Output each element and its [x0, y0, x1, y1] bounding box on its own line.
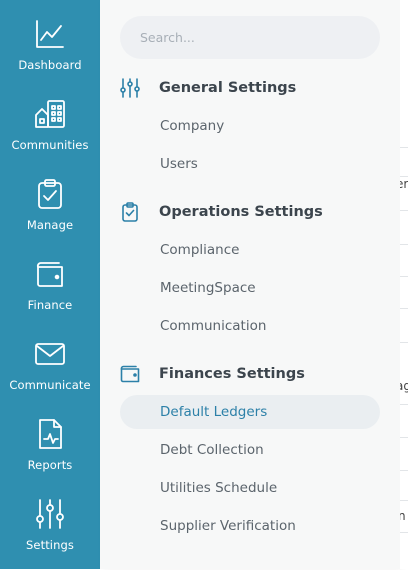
background-text: ag — [400, 379, 408, 393]
section-operations-settings: Operations Settings — [120, 200, 323, 224]
background-page-edge: er ag n — [400, 0, 408, 569]
nav-communities[interactable]: Communities — [0, 98, 100, 170]
nav-communicate-label: Communicate — [9, 378, 91, 392]
nav-reports-label: Reports — [27, 458, 73, 472]
menu-item-compliance[interactable]: Compliance — [120, 233, 380, 267]
divider — [400, 276, 408, 277]
background-text: er — [400, 177, 408, 191]
section-finances-settings: Finances Settings — [120, 362, 305, 386]
nav-settings-label: Settings — [26, 538, 74, 552]
divider — [400, 308, 408, 309]
section-title: Finances Settings — [159, 366, 305, 382]
report-document-icon — [39, 419, 62, 449]
menu-item-utilities-schedule[interactable]: Utilities Schedule — [120, 471, 380, 505]
menu-item-supplier-verification[interactable]: Supplier Verification — [120, 509, 380, 543]
chart-line-icon — [36, 20, 64, 48]
nav-settings[interactable]: Settings — [0, 498, 100, 570]
divider — [400, 437, 408, 438]
nav-reports[interactable]: Reports — [0, 418, 100, 490]
nav-dashboard-label: Dashboard — [18, 58, 82, 72]
wallet-icon — [120, 365, 140, 383]
nav-communities-label: Communities — [11, 138, 89, 152]
envelope-icon — [35, 343, 65, 365]
section-title: General Settings — [159, 80, 297, 96]
menu-item-users[interactable]: Users — [120, 147, 380, 181]
clipboard-check-icon — [122, 202, 138, 222]
divider — [400, 470, 408, 471]
search-input[interactable] — [120, 16, 380, 59]
divider — [400, 404, 408, 405]
nav-finance[interactable]: Finance — [0, 258, 100, 330]
divider — [400, 500, 408, 501]
menu-item-company[interactable]: Company — [120, 109, 380, 143]
nav-manage-label: Manage — [26, 218, 74, 232]
background-text: n — [400, 509, 406, 523]
divider — [400, 342, 408, 343]
main-nav-rail: Dashboard Communities Manage Finance Com… — [0, 0, 100, 569]
section-title: Operations Settings — [159, 204, 323, 220]
sliders-icon — [36, 499, 64, 529]
nav-dashboard[interactable]: Dashboard — [0, 18, 100, 90]
wallet-icon — [36, 262, 63, 287]
nav-manage[interactable]: Manage — [0, 178, 100, 250]
divider — [400, 532, 408, 533]
section-general-settings: General Settings — [120, 76, 296, 100]
buildings-icon — [35, 100, 65, 128]
menu-item-meetingspace[interactable]: MeetingSpace — [120, 271, 380, 305]
menu-item-debt-collection[interactable]: Debt Collection — [120, 433, 380, 467]
nav-finance-label: Finance — [27, 298, 73, 312]
divider — [400, 244, 408, 245]
clipboard-check-icon — [38, 179, 62, 209]
sliders-icon — [120, 78, 140, 98]
nav-communicate[interactable]: Communicate — [0, 338, 100, 410]
menu-item-communication[interactable]: Communication — [120, 309, 380, 343]
divider — [400, 147, 408, 148]
menu-item-default-ledgers[interactable]: Default Ledgers — [120, 395, 380, 429]
divider — [400, 210, 408, 211]
settings-panel: General Settings Company Users Operation… — [100, 0, 400, 569]
